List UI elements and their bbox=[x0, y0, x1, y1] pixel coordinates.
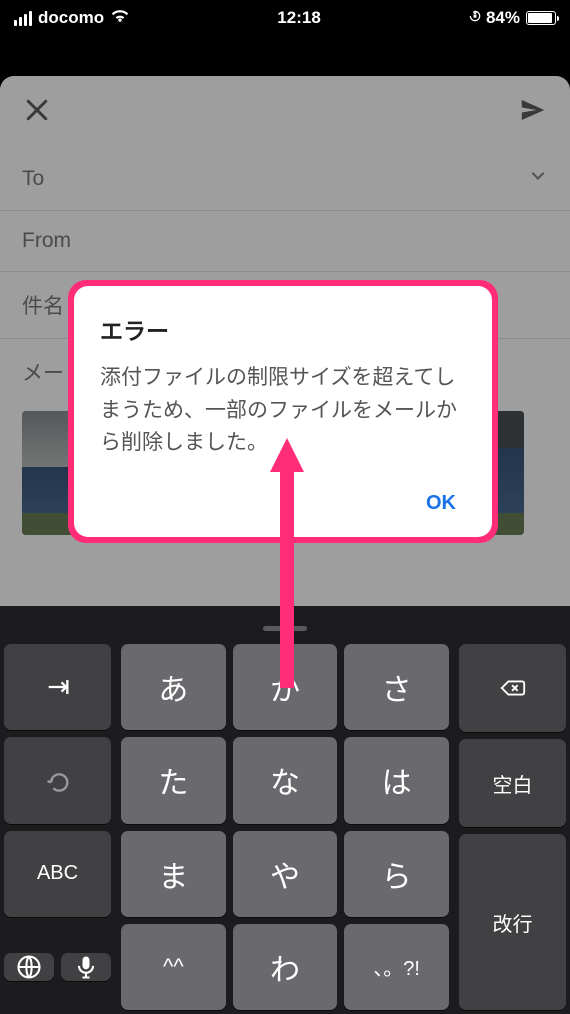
space-key[interactable]: 空白 bbox=[459, 739, 566, 827]
key-ha[interactable]: は bbox=[344, 737, 449, 823]
mic-key[interactable] bbox=[61, 953, 111, 981]
close-icon[interactable] bbox=[22, 95, 52, 130]
globe-key[interactable] bbox=[4, 953, 54, 981]
body-placeholder: メー bbox=[22, 357, 64, 387]
key-ra[interactable]: ら bbox=[344, 831, 449, 917]
key-a[interactable]: あ bbox=[121, 644, 226, 730]
battery-icon bbox=[524, 11, 556, 25]
compose-sheet: To From 件名 メー エラー 添付ファイルの制限サイズを超えてしまうため、… bbox=[0, 76, 570, 606]
error-dialog: エラー 添付ファイルの制限サイズを超えてしまうため、一部のファイルをメールから削… bbox=[68, 280, 498, 543]
wifi-icon bbox=[110, 8, 130, 28]
key-ma[interactable]: ま bbox=[121, 831, 226, 917]
from-field[interactable]: From bbox=[0, 210, 570, 271]
key-sa[interactable]: さ bbox=[344, 644, 449, 730]
abc-key[interactable]: ABC bbox=[4, 831, 111, 917]
key-emoji[interactable]: ^^ bbox=[121, 924, 226, 1010]
keyboard: ABC あ か さ た な は ま や ら ^^ わ 、。?! bbox=[0, 606, 570, 1014]
to-label: To bbox=[22, 167, 44, 191]
orientation-lock-icon bbox=[468, 8, 482, 28]
chevron-down-icon[interactable] bbox=[528, 166, 548, 192]
backspace-key[interactable] bbox=[459, 644, 566, 732]
signal-icon bbox=[14, 11, 32, 26]
key-ka[interactable]: か bbox=[233, 644, 338, 730]
status-bar: docomo 12:18 84% bbox=[0, 0, 570, 36]
send-icon[interactable] bbox=[518, 95, 548, 130]
key-ya[interactable]: や bbox=[233, 831, 338, 917]
enter-key[interactable]: 改行 bbox=[459, 834, 566, 1010]
carrier-label: docomo bbox=[38, 8, 104, 28]
clock: 12:18 bbox=[130, 8, 468, 28]
to-field[interactable]: To bbox=[0, 148, 570, 210]
subject-label: 件名 bbox=[22, 290, 64, 320]
next-candidate-key[interactable] bbox=[4, 644, 111, 730]
key-punct[interactable]: 、。?! bbox=[344, 924, 449, 1010]
from-label: From bbox=[22, 229, 71, 253]
key-wa[interactable]: わ bbox=[233, 924, 338, 1010]
battery-pct: 84% bbox=[486, 8, 520, 28]
dialog-title: エラー bbox=[100, 312, 466, 346]
keyboard-grip[interactable] bbox=[4, 612, 566, 644]
key-na[interactable]: な bbox=[233, 737, 338, 823]
key-ta[interactable]: た bbox=[121, 737, 226, 823]
compose-header bbox=[0, 76, 570, 148]
ok-button[interactable]: OK bbox=[416, 486, 466, 521]
dialog-message: 添付ファイルの制限サイズを超えてしまうため、一部のファイルをメールから削除しまし… bbox=[100, 362, 466, 460]
undo-key[interactable] bbox=[4, 737, 111, 823]
